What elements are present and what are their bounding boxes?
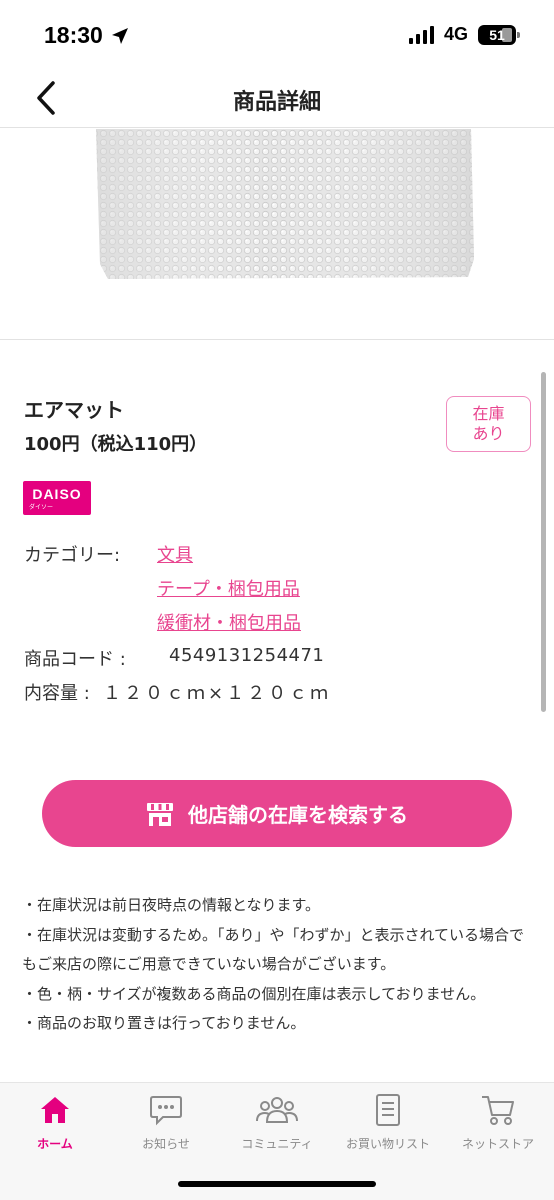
nav-header: 商品詳細 xyxy=(0,70,554,128)
scrollbar[interactable] xyxy=(541,372,546,712)
note-item: ・色・柄・サイズが複数ある商品の個別在庫は表示しておりません。 xyxy=(22,984,486,1003)
stock-status-badge: 在庫 あり xyxy=(446,396,531,452)
tab-net-store[interactable]: ネットストア xyxy=(443,1093,553,1153)
status-time-text: 18:30 xyxy=(44,22,103,48)
category-label: カテゴリー: xyxy=(24,545,121,566)
category-link-stationery[interactable]: 文具 xyxy=(157,541,193,567)
people-icon xyxy=(256,1097,298,1123)
note-item: ・在庫状況は前日夜時点の情報となります。 xyxy=(22,896,321,914)
capacity-value: １２０ｃｍ×１２０ｃｍ xyxy=(103,683,332,704)
tab-home-label: ホーム xyxy=(37,1137,73,1151)
tab-shopping-list[interactable]: お買い物リスト xyxy=(333,1093,443,1153)
tab-community-label: コミュニティ xyxy=(241,1137,313,1151)
cart-icon xyxy=(482,1096,514,1125)
network-type: 4G xyxy=(443,24,468,44)
product-name: エアマット xyxy=(24,398,124,422)
page-title: 商品詳細 xyxy=(232,90,321,115)
location-arrow-icon xyxy=(111,27,128,44)
home-indicator xyxy=(178,1181,376,1187)
logo-text: DAISO xyxy=(32,486,82,502)
logo-subtext: ダイソー xyxy=(29,504,54,511)
category-link-tape-packing[interactable]: テープ・梱包用品 xyxy=(157,575,300,601)
search-other-stores-label: 他店舗の在庫を検索する xyxy=(188,803,408,827)
status-time: 18:30 xyxy=(44,22,129,49)
cellular-signal-icon xyxy=(408,25,434,44)
category-link-cushioning[interactable]: 緩衝材・梱包用品 xyxy=(157,609,301,635)
search-other-stores-button[interactable]: 他店舗の在庫を検索する xyxy=(42,780,512,847)
status-indicators: 4G 51 xyxy=(408,24,520,45)
tab-notifications-label: お知らせ xyxy=(142,1137,190,1151)
note-item: ・在庫状況は変動するため。「あり」や「わずか」と表示されている場合でもご来店の際… xyxy=(22,925,525,974)
daiso-logo: DAISO ダイソー xyxy=(23,481,91,515)
stock-notes: ・在庫状況は前日夜時点の情報となります。 ・在庫状況は変動するため。「あり」や「… xyxy=(22,891,527,1039)
home-icon xyxy=(41,1097,69,1123)
tab-community[interactable]: コミュニティ xyxy=(222,1093,332,1153)
battery-icon: 51 xyxy=(478,24,520,45)
stock-badge-line-1: 在庫 xyxy=(472,404,505,423)
tab-shopping-list-label: お買い物リスト xyxy=(345,1137,430,1151)
product-price: 100円（税込110円） xyxy=(24,434,208,455)
chat-bubble-icon xyxy=(150,1096,182,1126)
status-bar: 18:30 4G 51 xyxy=(0,0,554,70)
tab-net-store-label: ネットストア xyxy=(461,1137,534,1151)
tab-home[interactable]: ホーム xyxy=(0,1093,110,1153)
stock-badge-line-2: あり xyxy=(472,424,505,443)
document-list-icon xyxy=(376,1094,400,1126)
store-icon xyxy=(147,802,173,826)
battery-level: 51 xyxy=(489,26,505,43)
capacity-label: 内容量 : xyxy=(24,683,90,704)
note-item: ・商品のお取り置きは行っておりません。 xyxy=(22,1014,306,1032)
product-image xyxy=(0,129,554,340)
product-code-label: 商品コード : xyxy=(24,649,126,670)
product-code-value: 4549131254471 xyxy=(169,645,325,666)
tab-notifications[interactable]: お知らせ xyxy=(111,1093,221,1153)
